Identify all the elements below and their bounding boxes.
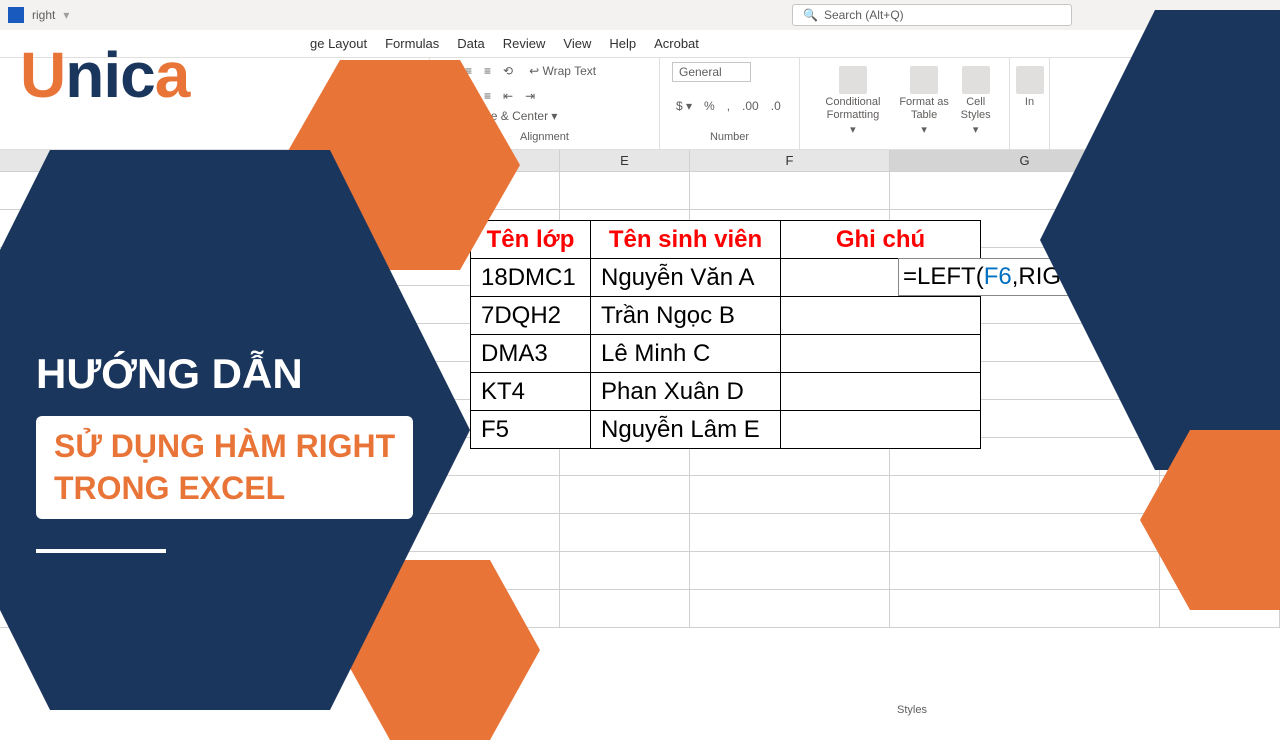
- number-label: Number: [672, 129, 787, 145]
- decrease-decimal-icon[interactable]: .0: [767, 97, 785, 115]
- formula-eq: =: [903, 263, 917, 291]
- cell-styles-button[interactable]: Cell Styles ▾: [954, 62, 997, 142]
- align-bottom-icon[interactable]: ≡: [480, 62, 495, 80]
- cell[interactable]: Trần Ngọc B: [591, 297, 781, 335]
- cell[interactable]: Nguyễn Lâm E: [591, 411, 781, 449]
- insert-button[interactable]: In: [1022, 62, 1037, 113]
- titlebar-text: right: [32, 8, 55, 22]
- logo-a: a: [155, 39, 190, 111]
- logo-u: U: [20, 39, 65, 111]
- formula-ref1: F6: [984, 263, 1012, 291]
- overlay-text: HƯỚNG DẪN SỬ DỤNG HÀM RIGHT TRONG EXCEL: [36, 350, 413, 553]
- table-header-row: Tên lớp Tên sinh viên Ghi chú: [471, 221, 981, 259]
- logo-n: n: [65, 39, 103, 111]
- currency-icon[interactable]: $ ▾: [672, 97, 696, 115]
- cell[interactable]: 18DMC1: [471, 259, 591, 297]
- indent-right-icon[interactable]: ⇥: [521, 87, 539, 105]
- wrap-text-button[interactable]: ↩ Wrap Text: [529, 64, 596, 78]
- cell[interactable]: DMA3: [471, 335, 591, 373]
- header-ten-sinh-vien[interactable]: Tên sinh viên: [591, 221, 781, 259]
- search-icon: 🔍: [803, 8, 818, 22]
- formula-open1: (: [976, 263, 984, 291]
- tab-layout[interactable]: ge Layout: [310, 36, 367, 51]
- increase-decimal-icon[interactable]: .00: [738, 97, 763, 115]
- col-E[interactable]: E: [560, 150, 690, 171]
- tab-view[interactable]: View: [563, 36, 591, 51]
- cell[interactable]: KT4: [471, 373, 591, 411]
- data-table[interactable]: Tên lớp Tên sinh viên Ghi chú 18DMC1Nguy…: [470, 220, 981, 449]
- overlay-subtitle-2: TRONG EXCEL: [54, 468, 395, 510]
- table-row[interactable]: 7DQH2Trần Ngọc B: [471, 297, 981, 335]
- cells-group: In: [1010, 58, 1050, 149]
- overlay-title: HƯỚNG DẪN: [36, 350, 413, 398]
- cell[interactable]: Nguyễn Văn A: [591, 259, 781, 297]
- cell[interactable]: [781, 335, 981, 373]
- insert-icon: [1016, 66, 1044, 94]
- cell-styles-icon: [962, 66, 990, 94]
- format-as-table-button[interactable]: Format as Table ▾: [894, 62, 954, 142]
- orientation-icon[interactable]: ⟲: [499, 62, 517, 80]
- comma-icon[interactable]: ,: [723, 97, 734, 115]
- titlebar: right ▾ 🔍 Search (Alt+Q): [0, 0, 1280, 30]
- tab-formulas[interactable]: Formulas: [385, 36, 439, 51]
- number-group: General $ ▾ % , .00 .0 Number: [660, 58, 800, 149]
- table-row[interactable]: DMA3Lê Minh C: [471, 335, 981, 373]
- tab-help[interactable]: Help: [609, 36, 636, 51]
- number-format-select[interactable]: General: [672, 62, 751, 82]
- header-ghi-chu[interactable]: Ghi chú: [781, 221, 981, 259]
- table-row[interactable]: KT4Phan Xuân D: [471, 373, 981, 411]
- cell[interactable]: F5: [471, 411, 591, 449]
- search-placeholder: Search (Alt+Q): [824, 8, 904, 22]
- formula-comma1: ,: [1012, 263, 1019, 291]
- tab-data[interactable]: Data: [457, 36, 484, 51]
- ribbon-tabs: ge Layout Formulas Data Review View Help…: [0, 30, 1280, 58]
- tab-acrobat[interactable]: Acrobat: [654, 36, 699, 51]
- styles-label: Styles: [812, 702, 1012, 718]
- col-F[interactable]: F: [690, 150, 890, 171]
- overlay-subtitle-1: SỬ DỤNG HÀM RIGHT: [54, 426, 395, 468]
- indent-left-icon[interactable]: ⇤: [499, 87, 517, 105]
- logo-c: c: [120, 39, 155, 111]
- overlay-box: SỬ DỤNG HÀM RIGHT TRONG EXCEL: [36, 416, 413, 519]
- percent-icon[interactable]: %: [700, 97, 719, 115]
- cell[interactable]: Phan Xuân D: [591, 373, 781, 411]
- overlay-underline: [36, 549, 166, 553]
- formula-fn1: LEFT: [917, 263, 976, 291]
- cell[interactable]: [781, 297, 981, 335]
- app-icon: [8, 7, 24, 23]
- unica-logo: Unica: [20, 38, 189, 112]
- header-ten-lop[interactable]: Tên lớp: [471, 221, 591, 259]
- logo-i: i: [103, 39, 120, 111]
- cell[interactable]: [781, 373, 981, 411]
- dropdown-icon[interactable]: ▾: [63, 8, 69, 22]
- cell[interactable]: [781, 411, 981, 449]
- cell[interactable]: 7DQH2: [471, 297, 591, 335]
- conditional-formatting-button[interactable]: Conditional Formatting ▾: [812, 62, 894, 142]
- table-row[interactable]: F5Nguyễn Lâm E: [471, 411, 981, 449]
- table-icon: [910, 66, 938, 94]
- styles-group: Conditional Formatting ▾ Format as Table…: [800, 58, 1010, 149]
- search-input[interactable]: 🔍 Search (Alt+Q): [792, 4, 1072, 26]
- cond-format-icon: [839, 66, 867, 94]
- tab-review[interactable]: Review: [503, 36, 546, 51]
- ribbon: 25 A^ A˅ ≡ ≡ ≡ ⟲ ↩ Wrap Text ≡ ≡ ≡ ⇤ ⇥ ⊞…: [0, 58, 1280, 150]
- cell[interactable]: Lê Minh C: [591, 335, 781, 373]
